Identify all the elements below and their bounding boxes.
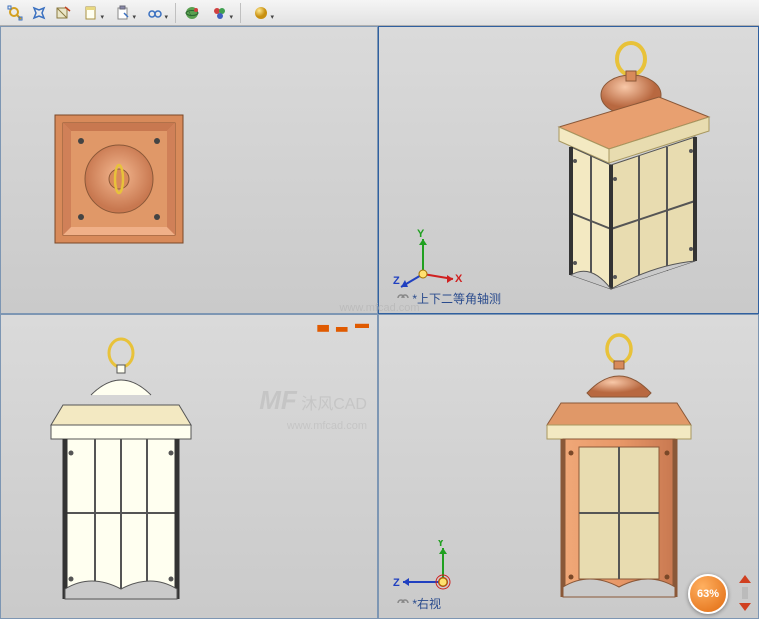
toolbar: ▾ ▾ ▾ ▾ ▾ xyxy=(0,0,759,26)
dropdown-arrow-icon: ▾ xyxy=(100,13,104,21)
globe-appearance-icon[interactable] xyxy=(181,2,203,24)
progress-badge: 63% xyxy=(688,574,728,614)
zoom-window-icon[interactable] xyxy=(28,2,50,24)
viewport-grid: X Y Z *上下二等角轴测 MF xyxy=(0,26,759,619)
palette-icon[interactable]: ▾ xyxy=(205,2,235,24)
section-icon[interactable] xyxy=(52,2,74,24)
watermark: MF 沐风CAD www.mfcad.com xyxy=(259,385,367,434)
model-isometric xyxy=(519,37,739,314)
link-icon xyxy=(397,598,409,608)
link-icon xyxy=(397,293,409,303)
dropdown-arrow-icon: ▾ xyxy=(164,13,168,21)
view-label: *上下二等角轴测 xyxy=(397,290,501,307)
zoom-fit-icon[interactable] xyxy=(4,2,26,24)
dropdown-arrow-icon: ▾ xyxy=(229,13,233,21)
glasses-icon[interactable]: ▾ xyxy=(140,2,170,24)
svg-text:Y: Y xyxy=(437,540,445,549)
model-right-shaded xyxy=(529,331,709,611)
separator xyxy=(175,3,176,23)
svg-text:Z: Z xyxy=(393,577,400,589)
svg-text:Z: Z xyxy=(393,275,400,287)
decoration: ▃ ▂ ▬ xyxy=(318,315,371,332)
dropdown-arrow-icon: ▾ xyxy=(270,13,274,21)
view-label: *右视 xyxy=(397,595,441,612)
viewport-top-right[interactable]: X Y Z *上下二等角轴测 xyxy=(378,26,759,314)
orientation-triad-icon: Y Z xyxy=(393,540,473,600)
model-top-view xyxy=(49,109,189,249)
model-front-wire xyxy=(31,335,211,615)
viewport-bottom-right[interactable]: Y Z *右视 63% xyxy=(378,314,759,619)
svg-text:X: X xyxy=(455,273,463,285)
separator xyxy=(240,3,241,23)
viewport-bottom-left[interactable]: MF 沐风CAD www.mfcad.com ▃ ▂ ▬ xyxy=(0,314,378,619)
page-icon[interactable]: ▾ xyxy=(76,2,106,24)
side-arrows-icon[interactable] xyxy=(737,573,753,613)
gold-ball-icon[interactable]: ▾ xyxy=(246,2,276,24)
svg-text:Y: Y xyxy=(417,229,425,240)
dropdown-arrow-icon: ▾ xyxy=(132,13,136,21)
clipboard-icon[interactable]: ▾ xyxy=(108,2,138,24)
viewport-top-left[interactable] xyxy=(0,26,378,314)
orientation-triad-icon: X Y Z xyxy=(393,229,463,299)
